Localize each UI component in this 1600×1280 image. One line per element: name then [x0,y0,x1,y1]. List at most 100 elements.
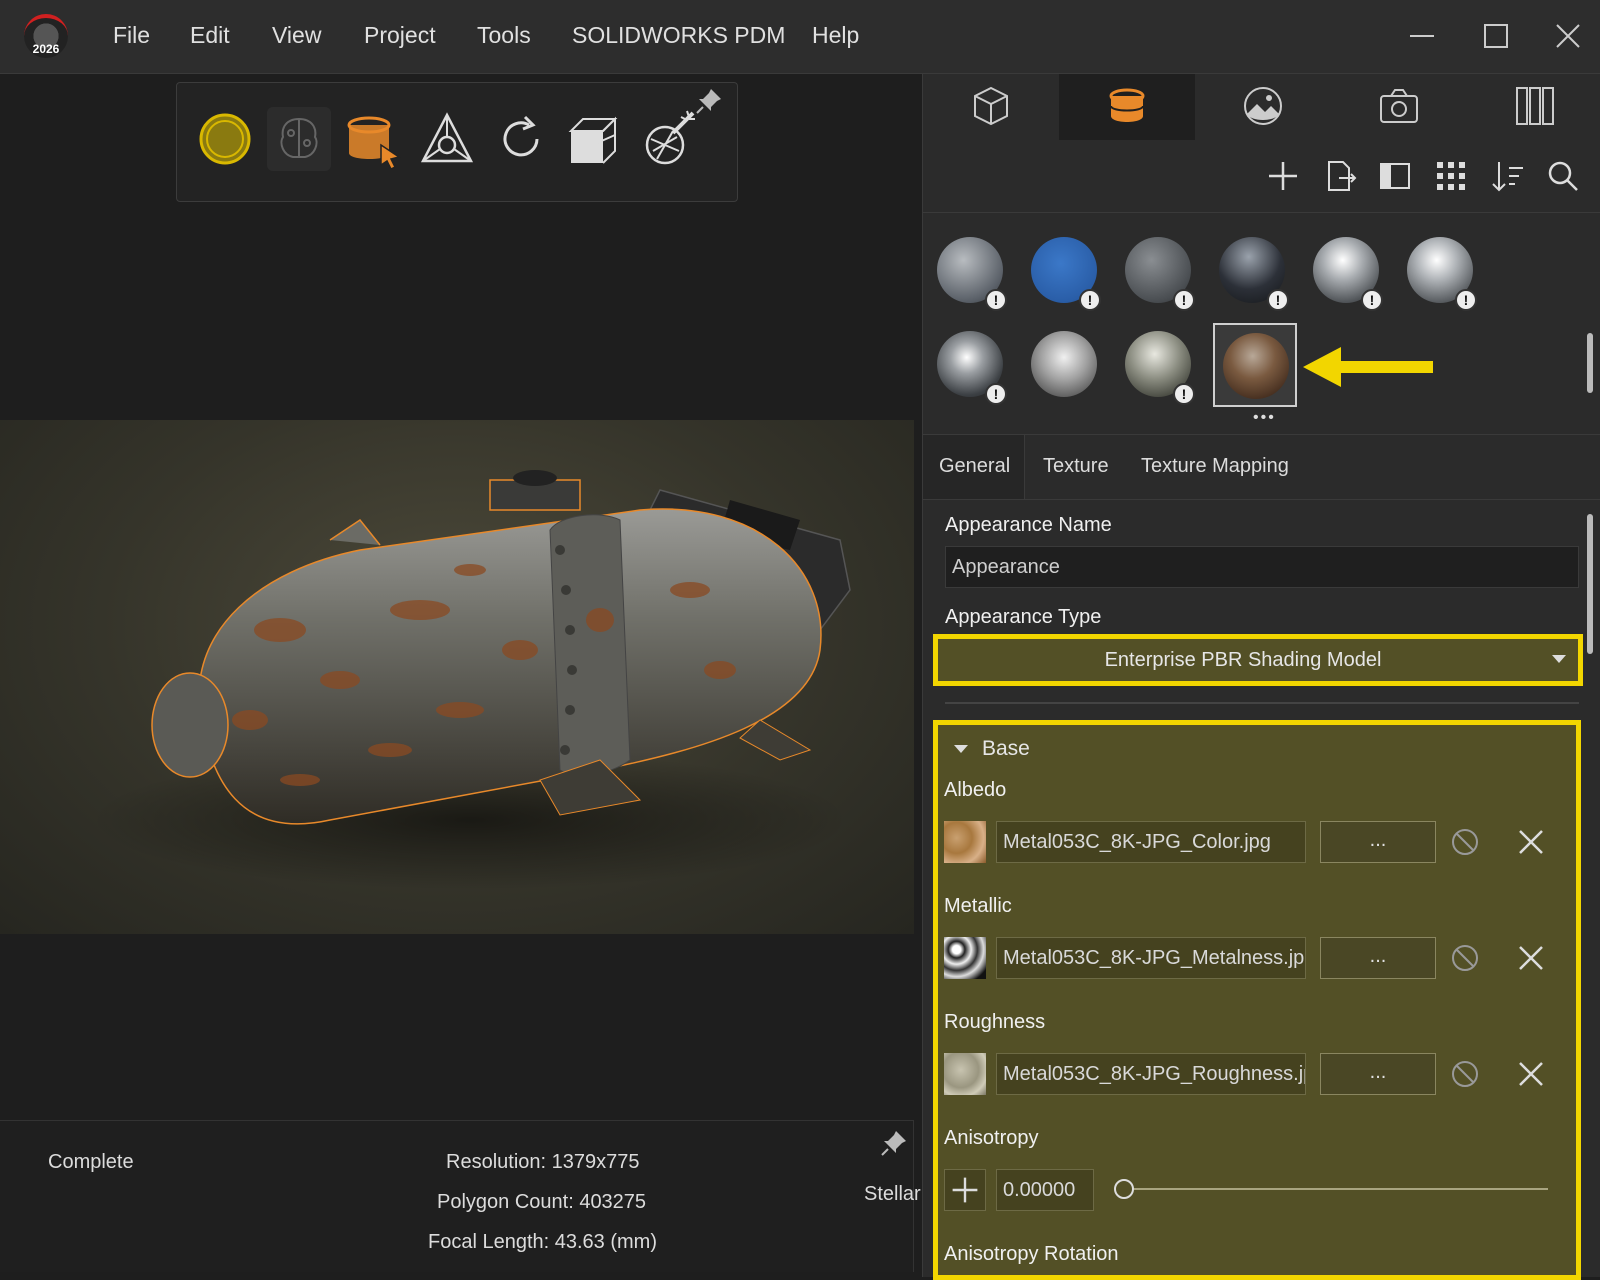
environment-icon [1244,87,1282,125]
tab-texture[interactable]: Texture [1043,455,1109,478]
base-section: Base Albedo Metal053C_8K-JPG_Color.jpg .… [933,720,1581,1280]
add-texture-icon[interactable] [944,1169,986,1211]
roughness-browse-button[interactable]: ... [1320,1053,1436,1095]
disable-icon[interactable] [1450,827,1480,857]
appearance-select-icon[interactable] [341,107,405,171]
menu-view[interactable]: View [272,22,321,49]
metallic-thumbnail[interactable] [944,937,986,979]
swatch-item[interactable] [1031,331,1097,397]
tab-environments[interactable] [1195,74,1331,140]
maximize-icon[interactable] [1478,18,1514,54]
selected-swatch-frame[interactable] [1213,323,1297,407]
albedo-label: Albedo [944,779,1007,801]
ai-brain-icon[interactable] [267,107,331,171]
base-title: Base [982,737,1030,760]
collapse-icon[interactable] [954,745,968,755]
roughness-label: Roughness [944,1011,1046,1033]
metallic-file-input[interactable]: Metal053C_8K-JPG_Metalness.jpg [996,937,1306,979]
warning-icon: ! [1173,289,1195,311]
appearance-name-label: Appearance Name [945,514,1112,536]
add-icon[interactable] [1263,156,1303,196]
tab-texture-mapping[interactable]: Texture Mapping [1141,455,1289,478]
menu-solidworks-pdm[interactable]: SOLIDWORKS PDM [572,22,785,49]
menu-file[interactable]: File [113,22,150,49]
tab-general[interactable]: General [939,455,1010,478]
sort-icon[interactable] [1487,156,1527,196]
warning-icon: ! [1455,289,1477,311]
metallic-browse-button[interactable]: ... [1320,937,1436,979]
appearance-type-value: Enterprise PBR Shading Model [1104,649,1382,671]
grid-view-icon[interactable] [1431,156,1471,196]
search-icon[interactable] [1543,156,1583,196]
albedo-browse-button[interactable]: ... [1320,821,1436,863]
camera-icon [1380,89,1418,123]
remove-icon[interactable] [1516,1059,1546,1089]
menu-bar: 2026 File Edit View Project Tools SOLIDW… [0,0,1600,74]
palette-panel: ! ! ! ! ! ! ! ! ••• General Texture Text… [922,74,1600,1280]
polygon-count-text: Polygon Count: 403275 [437,1191,647,1213]
roughness-file-input[interactable]: Metal053C_8K-JPG_Roughness.jpg [996,1053,1306,1095]
compressor-model [90,470,851,890]
anisotropy-rotation-label: Anisotropy Rotation [944,1243,1119,1265]
pin-icon[interactable] [695,87,723,115]
refresh-icon[interactable] [489,107,553,171]
anisotropy-slider-track[interactable] [1124,1188,1548,1190]
warning-icon: ! [985,289,1007,311]
menu-project[interactable]: Project [364,22,436,49]
remove-icon[interactable] [1516,827,1546,857]
app-logo[interactable]: 2026 [24,14,68,58]
appearance-type-select[interactable]: Enterprise PBR Shading Model [933,634,1583,686]
appearance-icon [1109,88,1145,122]
anisotropy-label: Anisotropy [944,1127,1039,1149]
menu-tools[interactable]: Tools [477,22,531,49]
appearance-swatches: ! ! ! ! ! ! ! ! ••• [923,212,1600,426]
disable-icon[interactable] [1450,943,1480,973]
minimize-icon[interactable] [1404,18,1440,54]
tab-models[interactable] [923,74,1059,140]
appearance-type-label: Appearance Type [945,606,1102,628]
cube-tool-icon[interactable] [563,107,627,171]
close-icon[interactable] [1550,18,1586,54]
tab-appearances[interactable] [1059,74,1195,140]
cube-icon [974,86,1008,126]
anisotropy-input[interactable]: 0.00000 [996,1169,1094,1211]
roughness-thumbnail[interactable] [944,1053,986,1095]
disable-icon[interactable] [1450,1059,1480,1089]
swatch-scrollbar[interactable] [1587,333,1593,393]
renderer-text: Stellar [864,1183,921,1205]
status-panel: Complete Resolution: 1379x775 Polygon Co… [0,1120,921,1272]
chevron-down-icon [1552,655,1566,663]
remove-icon[interactable] [1516,943,1546,973]
render-toolbar [176,82,738,202]
arrow-indicator-icon [1303,347,1433,387]
pin-icon[interactable] [880,1129,908,1157]
library-icon [1516,87,1554,125]
metallic-label: Metallic [944,895,1012,917]
menu-help[interactable]: Help [812,22,859,49]
divider [945,702,1579,704]
appearance-name-input[interactable]: Appearance [945,546,1579,588]
scene-icon[interactable] [415,107,479,171]
render-mode-icon[interactable] [193,107,257,171]
properties-scrollbar[interactable] [1587,514,1593,654]
3d-viewport[interactable] [0,420,914,934]
warning-icon: ! [1173,383,1195,405]
tab-cameras[interactable] [1331,74,1467,140]
warning-icon: ! [1361,289,1383,311]
menu-edit[interactable]: Edit [190,22,230,49]
albedo-thumbnail[interactable] [944,821,986,863]
logo-text: 2026 [32,42,60,56]
export-icon[interactable] [1319,156,1359,196]
focal-length-text: Focal Length: 43.63 (mm) [428,1231,657,1253]
albedo-file-input[interactable]: Metal053C_8K-JPG_Color.jpg [996,821,1306,863]
more-icon[interactable]: ••• [1253,409,1276,427]
tab-libraries[interactable] [1467,74,1600,140]
warning-icon: ! [1079,289,1101,311]
render-magic-icon[interactable] [637,107,701,171]
swatch-rusty-metal[interactable] [1223,333,1289,399]
appearance-tabs: General Texture Texture Mapping [923,434,1600,500]
warning-icon: ! [985,383,1007,405]
warning-icon: ! [1267,289,1289,311]
anisotropy-slider-handle[interactable] [1114,1179,1134,1199]
split-view-icon[interactable] [1375,156,1415,196]
